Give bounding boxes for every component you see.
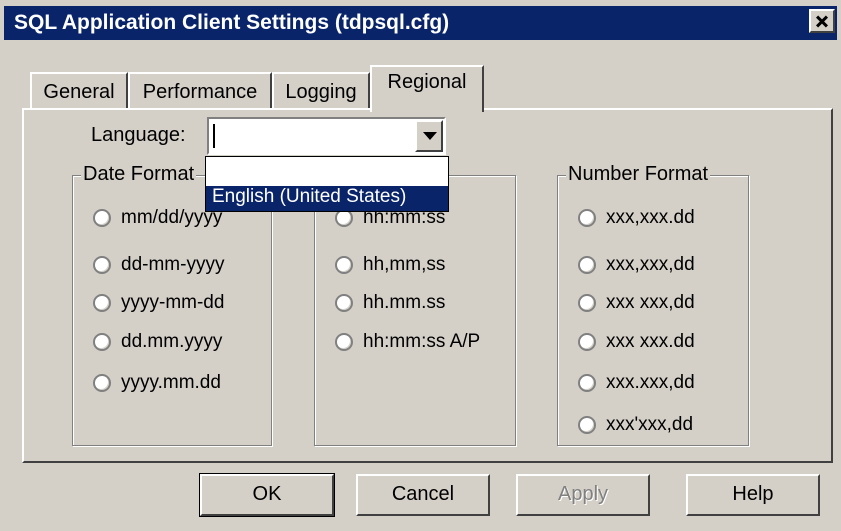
radio-button[interactable] (93, 333, 111, 351)
cancel-button[interactable]: Cancel (356, 474, 490, 516)
language-combobox[interactable] (207, 117, 446, 155)
tab-performance-label: Performance (142, 81, 258, 103)
radio-button[interactable] (335, 256, 353, 274)
radio-label: xxx xxx,dd (606, 292, 695, 313)
radio-button[interactable] (93, 374, 111, 392)
radio-button[interactable] (578, 294, 596, 312)
window-title: SQL Application Client Settings (tdpsql.… (14, 11, 450, 34)
radio-label: xxx,xxx,dd (606, 254, 695, 275)
language-dropdown-list[interactable]: English (United States) (205, 156, 449, 212)
time-format-group: hh:mm:ss hh,mm,ss hh.mm.ss hh:mm:ss A/P (314, 175, 516, 446)
tab-general[interactable]: General (30, 72, 128, 110)
tab-general-label: General (43, 81, 115, 103)
radio-label: hh,mm,ss (363, 254, 446, 275)
radio-label: xxx'xxx,dd (606, 414, 694, 435)
ok-button[interactable]: OK (199, 473, 335, 517)
title-bar[interactable]: SQL Application Client Settings (tdpsql.… (4, 6, 837, 40)
number-format-title: Number Format (566, 163, 711, 186)
radio-button[interactable] (578, 333, 596, 351)
date-format-title: Date Format (81, 163, 197, 186)
radio-button[interactable] (93, 294, 111, 312)
tab-performance[interactable]: Performance (128, 72, 272, 110)
language-label: Language: (91, 124, 186, 146)
dropdown-arrow-icon[interactable] (415, 120, 443, 152)
number-format-group: Number Format xxx,xxx.dd xxx,xxx,dd xxx … (557, 163, 749, 446)
radio-button[interactable] (335, 294, 353, 312)
tab-logging[interactable]: Logging (272, 72, 370, 110)
tab-regional-label: Regional (387, 71, 467, 93)
tab-logging-label: Logging (285, 81, 357, 103)
radio-label: dd-mm-yyyy (121, 254, 225, 275)
text-caret (213, 124, 215, 148)
radio-label: hh.mm.ss (363, 292, 446, 313)
radio-button[interactable] (578, 256, 596, 274)
tab-regional[interactable]: Regional (370, 65, 484, 112)
radio-button[interactable] (93, 256, 111, 274)
radio-button[interactable] (93, 209, 111, 227)
radio-label: yyyy-mm-dd (121, 292, 225, 313)
radio-button[interactable] (578, 209, 596, 227)
language-option-blank[interactable] (206, 157, 448, 182)
radio-label: yyyy.mm.dd (121, 372, 221, 393)
radio-button[interactable] (335, 333, 353, 351)
radio-label: xxx,xxx.dd (606, 207, 695, 228)
help-button[interactable]: Help (686, 474, 820, 516)
apply-button[interactable]: Apply (516, 474, 650, 516)
radio-label: dd.mm.yyyy (121, 331, 223, 352)
language-option-english-us[interactable]: English (United States) (206, 186, 448, 211)
settings-dialog: SQL Application Client Settings (tdpsql.… (0, 0, 841, 531)
date-format-group: Date Format mm/dd/yyyy dd-mm-yyyy yyyy-m… (72, 163, 272, 446)
radio-button[interactable] (578, 374, 596, 392)
radio-label: hh:mm:ss A/P (363, 331, 481, 352)
radio-label: xxx.xxx,dd (606, 372, 695, 393)
radio-button[interactable] (578, 416, 596, 434)
close-icon[interactable] (809, 9, 835, 33)
radio-label: xxx xxx.dd (606, 331, 695, 352)
